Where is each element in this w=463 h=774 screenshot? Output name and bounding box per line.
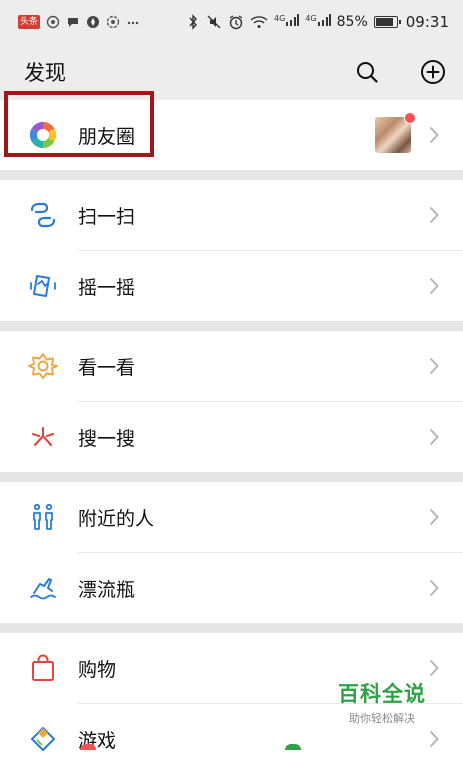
chevron-right-icon bbox=[427, 578, 441, 598]
section-gap bbox=[0, 170, 463, 180]
toutiao-app-icon: 头条 bbox=[18, 15, 41, 29]
bottle-item[interactable]: 漂流瓶 bbox=[0, 553, 463, 623]
watermark: 百科全说 助你轻松解决 bbox=[322, 678, 442, 726]
more-notifications-icon bbox=[126, 14, 140, 30]
compass-app-icon bbox=[86, 14, 100, 30]
chevron-right-icon bbox=[427, 427, 441, 447]
search-sparkle-icon bbox=[26, 420, 60, 454]
top-stories-icon bbox=[26, 349, 60, 383]
search-item[interactable]: 搜一搜 bbox=[0, 402, 463, 472]
watermark-subtitle: 助你轻松解决 bbox=[349, 712, 415, 725]
page-title: 发现 bbox=[24, 61, 66, 85]
shopping-bag-icon bbox=[26, 651, 60, 685]
shake-label: 摇一摇 bbox=[78, 276, 136, 299]
cellular-signal-2-icon: 4G bbox=[305, 14, 331, 30]
mute-icon bbox=[206, 14, 222, 30]
status-left: 头条 bbox=[18, 14, 140, 30]
moments-latest-thumbnail bbox=[375, 112, 416, 153]
section-gap bbox=[0, 472, 463, 482]
sync-icon bbox=[106, 14, 120, 30]
tab-badge-green bbox=[285, 744, 301, 750]
bottle-label: 漂流瓶 bbox=[78, 578, 136, 601]
scan-item[interactable]: 扫一扫 bbox=[0, 180, 463, 250]
moments-shutter-icon bbox=[26, 118, 60, 152]
chevron-right-icon bbox=[427, 658, 441, 678]
shake-icon bbox=[26, 269, 60, 303]
scan-icon bbox=[26, 198, 60, 232]
chevron-right-icon bbox=[427, 276, 441, 296]
nav-bar: 发现 bbox=[0, 44, 463, 100]
status-right: 4G 4G 85% 09:31 bbox=[186, 13, 449, 31]
ai-assistant-icon bbox=[46, 14, 60, 30]
moments-item[interactable]: 朋友圈 bbox=[0, 100, 463, 170]
search-button[interactable] bbox=[353, 58, 381, 86]
plus-circle-icon bbox=[421, 60, 445, 84]
nearby-item[interactable]: 附近的人 bbox=[0, 482, 463, 552]
group-nearby-bottle: 附近的人 漂流瓶 bbox=[0, 482, 463, 623]
chevron-right-icon bbox=[427, 507, 441, 527]
scan-label: 扫一扫 bbox=[78, 205, 136, 228]
status-bar: 头条 4G 4G 85% 09:31 bbox=[0, 0, 463, 44]
clock: 09:31 bbox=[405, 13, 449, 31]
nearby-label: 附近的人 bbox=[78, 507, 155, 530]
signal-label-1: 4G bbox=[274, 14, 286, 23]
wifi-icon bbox=[250, 14, 268, 30]
watermark-title: 百科全说 bbox=[338, 682, 426, 706]
add-button[interactable] bbox=[419, 58, 447, 86]
section-gap bbox=[0, 321, 463, 331]
chevron-right-icon bbox=[427, 356, 441, 376]
section-gap bbox=[0, 623, 463, 633]
battery-icon bbox=[373, 16, 401, 28]
search-label: 搜一搜 bbox=[78, 427, 136, 450]
signal-label-2: 4G bbox=[305, 14, 317, 23]
people-nearby-icon bbox=[26, 500, 60, 534]
tab-bar-peek bbox=[0, 744, 463, 750]
group-moments: 朋友圈 bbox=[0, 100, 463, 170]
moments-label: 朋友圈 bbox=[78, 125, 136, 148]
battery-percent: 85% bbox=[336, 14, 368, 30]
group-scan-shake: 扫一扫 摇一摇 bbox=[0, 180, 463, 321]
top-stories-label: 看一看 bbox=[78, 356, 136, 379]
cellular-signal-icon: 4G bbox=[274, 14, 300, 30]
drift-bottle-icon bbox=[26, 571, 60, 605]
shake-item[interactable]: 摇一摇 bbox=[0, 251, 463, 321]
tab-badge-red bbox=[80, 744, 96, 750]
nav-actions bbox=[353, 58, 447, 86]
new-post-badge bbox=[404, 112, 416, 124]
message-bubble-icon bbox=[66, 14, 80, 30]
top-stories-item[interactable]: 看一看 bbox=[0, 331, 463, 401]
alarm-icon bbox=[228, 14, 244, 30]
chevron-right-icon bbox=[427, 125, 441, 145]
group-stories-search: 看一看 搜一搜 bbox=[0, 331, 463, 472]
bluetooth-icon bbox=[186, 14, 200, 30]
search-icon bbox=[357, 62, 378, 83]
chevron-right-icon bbox=[427, 205, 441, 225]
games-icon bbox=[26, 722, 60, 756]
